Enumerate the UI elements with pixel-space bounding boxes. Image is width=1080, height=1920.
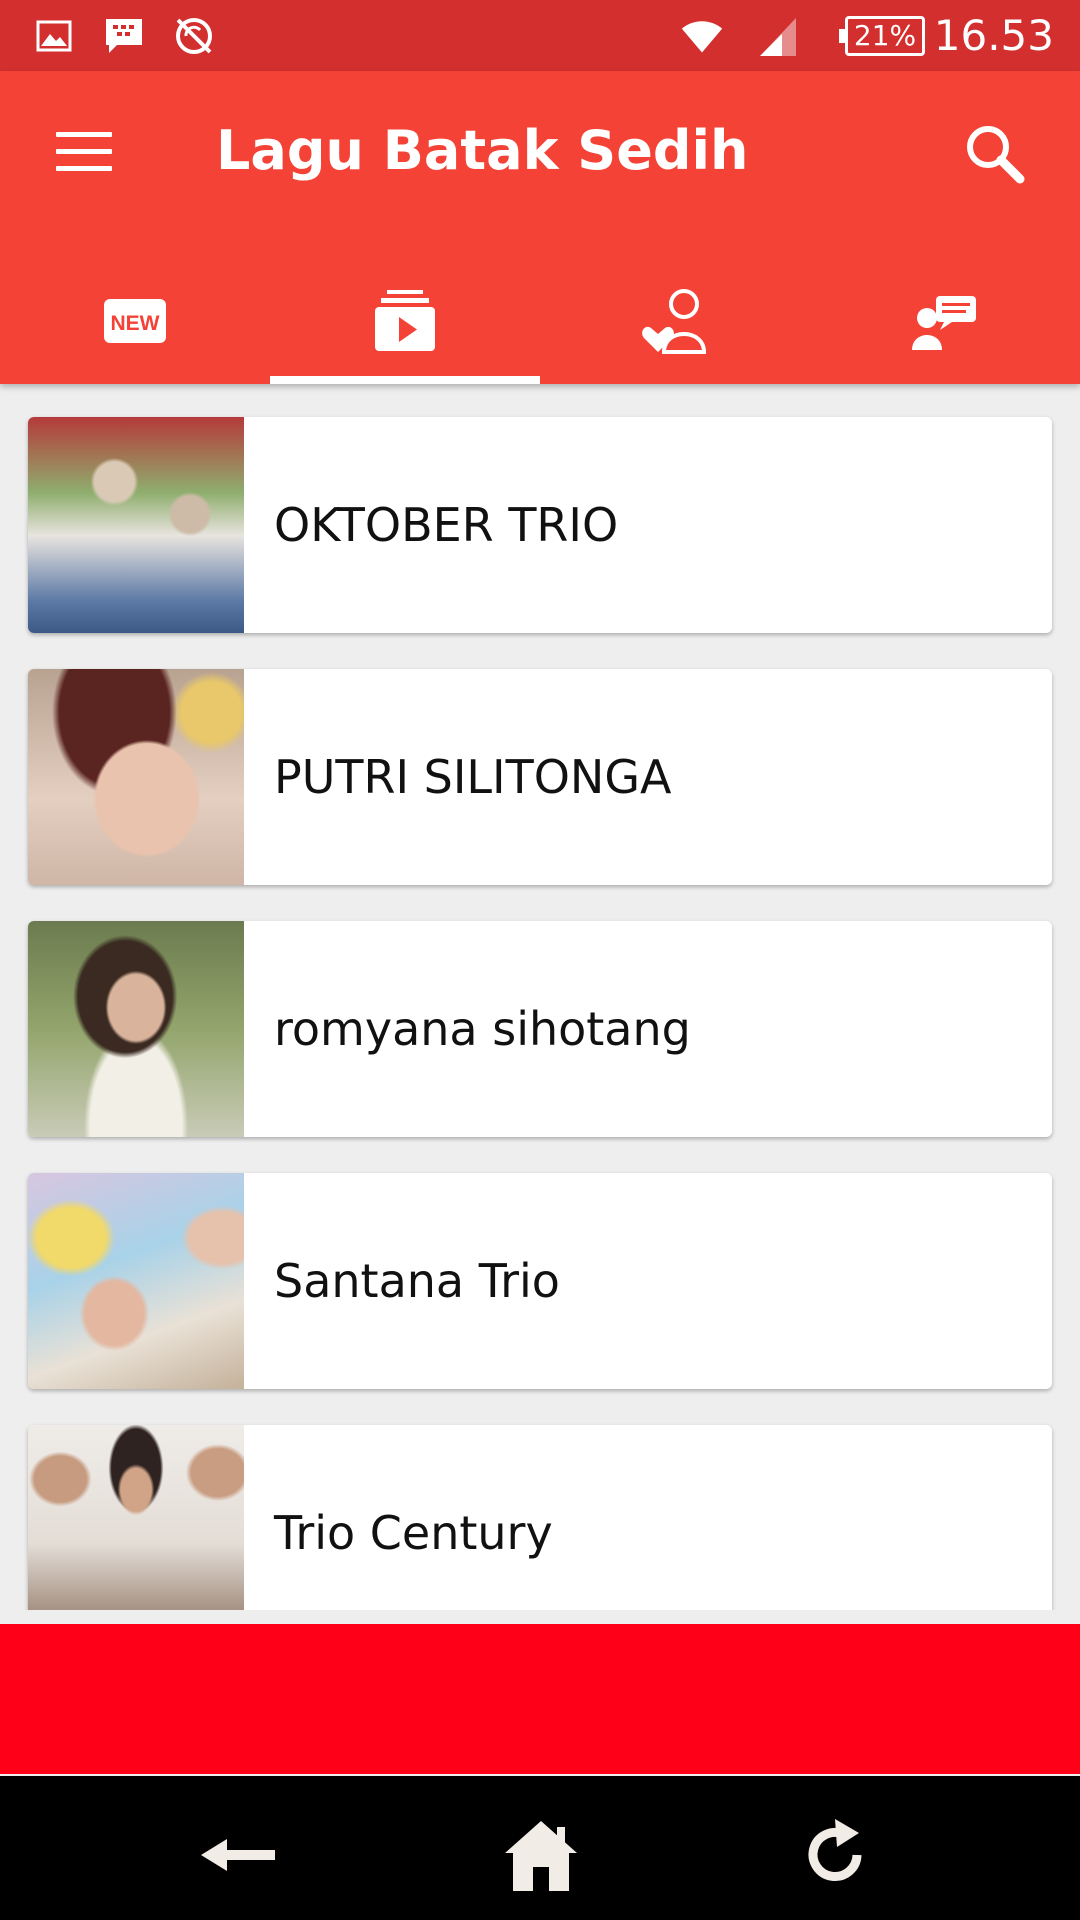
navigation-bar: [0, 1776, 1080, 1920]
artist-name: romyana sihotang: [274, 1002, 691, 1056]
artist-thumbnail: [28, 1425, 244, 1610]
list-item[interactable]: Santana Trio: [28, 1173, 1052, 1389]
search-button[interactable]: [960, 119, 1030, 189]
chat-user-icon: [912, 295, 976, 350]
tab-selected-indicator: [270, 376, 540, 384]
artist-name: Trio Century: [274, 1506, 553, 1560]
sync-disabled-icon: [172, 14, 216, 58]
app-title: Lagu Batak Sedih: [216, 119, 749, 182]
list-item[interactable]: PUTRI SILITONGA: [28, 669, 1052, 885]
battery-indicator: 21%: [839, 16, 925, 56]
menu-button[interactable]: [40, 111, 128, 191]
artist-thumbnail: [28, 921, 244, 1137]
favorite-user-icon: [642, 288, 707, 354]
tab-bar: NEW: [0, 269, 1080, 384]
video-playlist-icon: [375, 289, 435, 351]
tab-new[interactable]: NEW: [0, 269, 270, 384]
bbm-icon: [102, 14, 146, 58]
hamburger-menu-icon: [56, 131, 112, 137]
artist-name: Santana Trio: [274, 1254, 560, 1308]
artist-thumbnail: [28, 669, 244, 885]
reload-icon: [808, 1819, 862, 1881]
list-item[interactable]: Trio Century: [28, 1425, 1052, 1610]
wifi-icon: [680, 14, 724, 58]
back-arrow-icon: [201, 1839, 275, 1871]
home-icon: [505, 1821, 577, 1891]
image-icon: [32, 14, 76, 58]
new-icon: NEW: [104, 298, 166, 343]
ad-banner[interactable]: [0, 1624, 1080, 1774]
app-bar: Lagu Batak Sedih NEW: [0, 71, 1080, 384]
clock: 16.53: [933, 11, 1054, 60]
tab-videos[interactable]: [270, 269, 540, 384]
artist-thumbnail: [28, 1173, 244, 1389]
tab-chat[interactable]: [810, 269, 1080, 384]
list-item[interactable]: OKTOBER TRIO: [28, 417, 1052, 633]
svg-text:NEW: NEW: [111, 312, 160, 335]
signal-icon: [756, 14, 800, 58]
back-button[interactable]: [194, 1810, 284, 1900]
artist-list: OKTOBER TRIO PUTRI SILITONGA romyana sih…: [0, 384, 1080, 1610]
status-bar: 21% 16.53: [0, 0, 1080, 71]
search-icon: [967, 126, 1025, 184]
reload-button[interactable]: [790, 1810, 880, 1900]
artist-name: OKTOBER TRIO: [274, 498, 619, 552]
tab-favorites[interactable]: [540, 269, 810, 384]
list-item[interactable]: romyana sihotang: [28, 921, 1052, 1137]
home-button[interactable]: [496, 1810, 586, 1900]
artist-thumbnail: [28, 417, 244, 633]
artist-name: PUTRI SILITONGA: [274, 750, 672, 804]
